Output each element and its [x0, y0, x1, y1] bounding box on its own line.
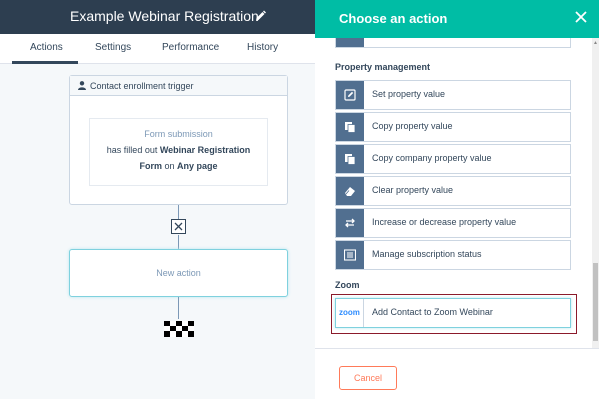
page-name: Any page — [177, 161, 218, 171]
action-label: Increase or decrease property value — [372, 217, 517, 227]
list-icon — [344, 249, 356, 261]
enrollment-trigger-card[interactable]: Contact enrollment trigger Form submissi… — [69, 75, 288, 205]
action-copy-property-value[interactable]: Copy property value — [335, 112, 571, 142]
person-icon — [78, 81, 86, 90]
action-clear-property-value[interactable]: Clear property value — [335, 176, 571, 206]
criteria-prefix: has filled out — [106, 145, 160, 155]
trigger-criteria-line1: has filled out Webinar Registration — [90, 142, 267, 158]
connector-line — [178, 205, 179, 219]
action-label: Copy property value — [372, 121, 453, 131]
zoom-logo-icon: zoom — [339, 308, 360, 317]
cancel-button[interactable]: Cancel — [339, 366, 397, 390]
action-label: Add Contact to Zoom Webinar — [372, 307, 493, 317]
trigger-criteria-line2: Form on Any page — [90, 158, 267, 174]
action-label: Copy company property value — [372, 153, 492, 163]
trigger-source: Form submission — [144, 129, 213, 139]
action-increase-decrease-property[interactable]: Increase or decrease property value — [335, 208, 571, 238]
scrollbar-thumb[interactable] — [593, 263, 598, 341]
action-set-property-value[interactable]: Set property value — [335, 80, 571, 110]
panel-header: Choose an action — [315, 0, 599, 38]
action-label: Clear property value — [372, 185, 454, 195]
workflow-tabs: Actions Settings Performance History — [0, 34, 315, 64]
copy-icon — [345, 122, 356, 133]
tab-actions[interactable]: Actions — [30, 42, 63, 53]
action-icon-tile — [336, 145, 364, 173]
new-action-label: New action — [156, 268, 201, 278]
choose-action-panel: Choose an action Property management Set… — [315, 0, 599, 399]
action-copy-company-property-value[interactable]: Copy company property value — [335, 144, 571, 174]
active-tab-indicator — [12, 61, 78, 64]
action-list[interactable]: Property management Set property value C… — [315, 38, 592, 348]
action-icon-tile — [336, 113, 364, 141]
action-item-partial[interactable] — [335, 38, 571, 48]
new-action-card[interactable]: New action — [69, 249, 288, 297]
panel-title: Choose an action — [339, 11, 448, 26]
close-icon[interactable] — [574, 10, 588, 24]
close-icon — [174, 222, 183, 231]
scroll-up-arrow-icon[interactable]: ▲ — [593, 40, 598, 46]
criteria-on: on — [161, 161, 177, 171]
form-name: Webinar Registration — [159, 145, 251, 155]
action-icon-tile — [336, 177, 364, 205]
action-label: Manage subscription status — [372, 249, 482, 259]
connector-line — [178, 297, 179, 319]
action-icon-tile — [336, 38, 364, 47]
eraser-icon — [345, 187, 355, 196]
edit-pencil-icon[interactable] — [254, 9, 266, 23]
action-icon-tile: zoom — [336, 299, 364, 327]
tab-settings[interactable]: Settings — [95, 42, 131, 53]
swap-arrows-icon — [345, 218, 355, 228]
tab-history[interactable]: History — [247, 42, 278, 53]
workflow-editor: Example Webinar Registration Actions Set… — [0, 0, 315, 399]
action-icon-tile — [336, 241, 364, 269]
tab-performance[interactable]: Performance — [162, 42, 219, 53]
pencil-icon — [344, 89, 356, 101]
panel-scrollbar[interactable]: ▲ — [592, 38, 599, 348]
workflow-title[interactable]: Example Webinar Registration — [70, 8, 259, 24]
checkered-flag-icon — [164, 321, 194, 337]
action-icon-tile — [336, 209, 364, 237]
connector-line — [178, 235, 179, 249]
section-label-property-management: Property management — [335, 62, 431, 72]
copy-icon — [345, 154, 356, 165]
section-label-zoom: Zoom — [335, 280, 360, 290]
trigger-header-label: Contact enrollment trigger — [90, 81, 194, 91]
action-label: Set property value — [372, 89, 446, 99]
panel-footer: Cancel — [315, 348, 599, 399]
action-add-contact-to-zoom-webinar[interactable]: zoom Add Contact to Zoom Webinar — [335, 298, 571, 328]
remove-action-button[interactable] — [171, 219, 186, 234]
action-manage-subscription-status[interactable]: Manage subscription status — [335, 240, 571, 270]
workflow-header: Example Webinar Registration — [0, 0, 315, 34]
action-icon-tile — [336, 81, 364, 109]
trigger-header: Contact enrollment trigger — [70, 76, 287, 96]
form-name-cont: Form — [139, 161, 162, 171]
trigger-criteria[interactable]: Form submission has filled out Webinar R… — [89, 118, 268, 186]
